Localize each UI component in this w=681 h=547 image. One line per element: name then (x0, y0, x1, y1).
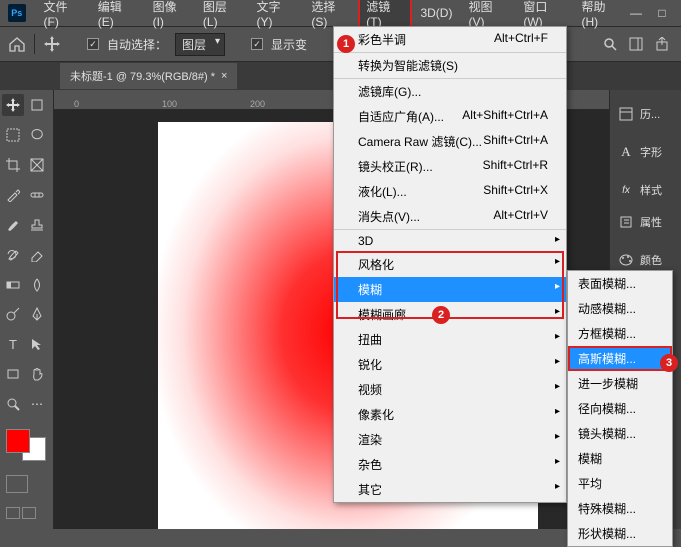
tab-title: 未标题-1 @ 79.3%(RGB/8#) * (70, 68, 215, 84)
blur-blur[interactable]: 模糊 (568, 446, 672, 471)
move-tool-icon (43, 35, 61, 53)
menu-layer[interactable]: 图层(L) (195, 0, 249, 33)
foreground-color[interactable] (6, 429, 30, 453)
artboard-tool[interactable] (26, 94, 48, 116)
stamp-tool[interactable] (26, 214, 48, 236)
close-icon[interactable]: × (221, 70, 227, 82)
blur-smart[interactable]: 特殊模糊... (568, 496, 672, 521)
menu-file[interactable]: 文件(F) (36, 0, 90, 33)
edit-toolbar[interactable]: ⋯ (26, 393, 48, 415)
frame-tool[interactable] (26, 154, 48, 176)
blur-average[interactable]: 平均 (568, 471, 672, 496)
filter-stylize[interactable]: 风格化 (334, 252, 566, 277)
marquee-tool[interactable] (2, 124, 24, 146)
path-select-tool[interactable] (26, 333, 48, 355)
menubar: Ps 文件(F) 编辑(E) 图像(I) 图层(L) 文字(Y) 选择(S) 滤… (0, 0, 681, 26)
menu-type[interactable]: 文字(Y) (249, 0, 304, 33)
filter-other[interactable]: 其它 (334, 477, 566, 502)
svg-text:T: T (9, 337, 17, 351)
blur-tool[interactable] (26, 274, 48, 296)
auto-select-checkbox[interactable]: ✓ (87, 38, 99, 50)
type-tool[interactable]: T (2, 333, 24, 355)
panel-history[interactable]: 历... (610, 98, 681, 130)
panel-properties[interactable]: 属性 (610, 206, 681, 238)
filter-last[interactable]: 彩色半调Alt+Ctrl+F (334, 27, 566, 53)
annotation-badge-1: 1 (337, 35, 355, 53)
filter-menu-dropdown: 彩色半调Alt+Ctrl+F 转换为智能滤镜(S) 滤镜库(G)... 自适应广… (333, 26, 567, 503)
menu-image[interactable]: 图像(I) (145, 0, 195, 33)
filter-camera-raw[interactable]: Camera Raw 滤镜(C)...Shift+Ctrl+A (334, 129, 566, 154)
filter-smart[interactable]: 转换为智能滤镜(S) (334, 53, 566, 79)
blur-motion[interactable]: 动感模糊... (568, 296, 672, 321)
toolbox: T ⋯ (0, 90, 54, 529)
filter-adaptive-wide-angle[interactable]: 自适应广角(A)...Alt+Shift+Ctrl+A (334, 104, 566, 129)
panel-glyphs[interactable]: A字形 (610, 136, 681, 168)
share-icon[interactable] (655, 37, 669, 51)
filter-noise[interactable]: 杂色 (334, 452, 566, 477)
hand-tool[interactable] (26, 363, 48, 385)
annotation-badge-3: 3 (660, 354, 678, 372)
annotation-badge-2: 2 (432, 306, 450, 324)
pen-tool[interactable] (26, 303, 48, 325)
brush-tool[interactable] (2, 214, 24, 236)
dodge-tool[interactable] (2, 303, 24, 325)
blur-submenu: 表面模糊... 动感模糊... 方框模糊... 高斯模糊... 进一步模糊 径向… (567, 270, 673, 547)
eraser-tool[interactable] (26, 244, 48, 266)
blur-box[interactable]: 方框模糊... (568, 321, 672, 346)
history-brush-tool[interactable] (2, 244, 24, 266)
gradient-tool[interactable] (2, 274, 24, 296)
blur-gaussian[interactable]: 高斯模糊... (568, 346, 672, 371)
filter-vanishing-point[interactable]: 消失点(V)...Alt+Ctrl+V (334, 204, 566, 229)
minimize-icon[interactable]: — (629, 6, 643, 20)
show-transform-label: 显示变 (271, 36, 307, 53)
move-tool[interactable] (2, 94, 24, 116)
rectangle-tool[interactable] (2, 363, 24, 385)
filter-sharpen[interactable]: 锐化 (334, 352, 566, 377)
auto-select-label: 自动选择： (107, 36, 167, 53)
app-logo: Ps (8, 4, 26, 22)
panel-styles[interactable]: fx样式 (610, 174, 681, 206)
auto-select-dropdown[interactable]: 图层 (175, 33, 225, 56)
filter-blur[interactable]: 模糊 (334, 277, 566, 302)
filter-render[interactable]: 渲染 (334, 427, 566, 452)
filter-3d[interactable]: 3D (334, 229, 566, 252)
menu-edit[interactable]: 编辑(E) (90, 0, 145, 33)
blur-radial[interactable]: 径向模糊... (568, 396, 672, 421)
menu-3d[interactable]: 3D(D) (412, 2, 460, 24)
crop-tool[interactable] (2, 154, 24, 176)
screen-mode[interactable] (6, 507, 36, 525)
blur-lens[interactable]: 镜头模糊... (568, 421, 672, 446)
blur-shape[interactable]: 形状模糊... (568, 521, 672, 546)
filter-blur-gallery[interactable]: 模糊画廊 (334, 302, 566, 327)
lasso-tool[interactable] (26, 124, 48, 146)
filter-liquify[interactable]: 液化(L)...Shift+Ctrl+X (334, 179, 566, 204)
eyedropper-tool[interactable] (2, 184, 24, 206)
show-transform-checkbox[interactable]: ✓ (251, 38, 263, 50)
filter-gallery[interactable]: 滤镜库(G)... (334, 79, 566, 104)
healing-tool[interactable] (26, 184, 48, 206)
filter-pixelate[interactable]: 像素化 (334, 402, 566, 427)
menu-help[interactable]: 帮助(H) (573, 0, 629, 33)
home-icon[interactable] (8, 36, 26, 52)
filter-video[interactable]: 视频 (334, 377, 566, 402)
blur-more[interactable]: 进一步模糊 (568, 371, 672, 396)
workspace-icon[interactable] (629, 37, 643, 51)
document-tab[interactable]: 未标题-1 @ 79.3%(RGB/8#) * × (60, 63, 237, 89)
filter-distort[interactable]: 扭曲 (334, 327, 566, 352)
blur-surface[interactable]: 表面模糊... (568, 271, 672, 296)
search-icon[interactable] (603, 37, 617, 51)
maximize-icon[interactable]: □ (655, 6, 669, 20)
color-swatches[interactable] (6, 429, 46, 461)
zoom-tool[interactable] (2, 393, 24, 415)
quick-mask-toggle[interactable] (6, 475, 28, 493)
filter-lens-correction[interactable]: 镜头校正(R)...Shift+Ctrl+R (334, 154, 566, 179)
